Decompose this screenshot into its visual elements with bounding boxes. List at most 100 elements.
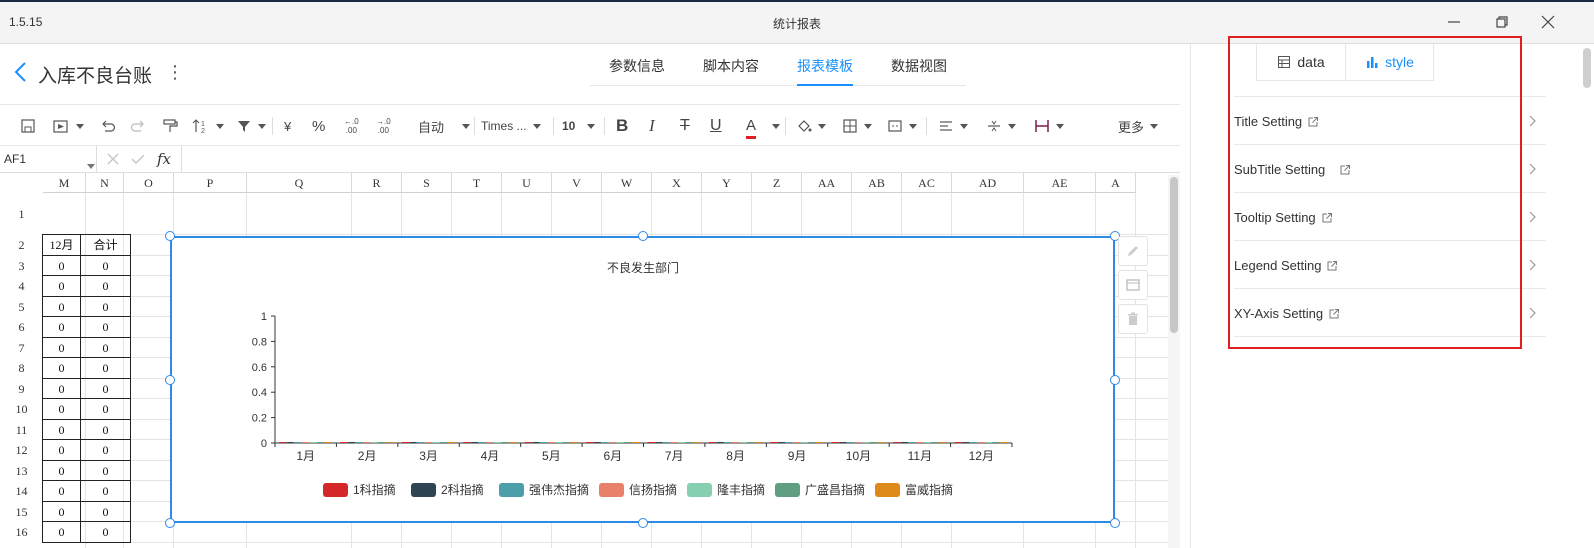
tab-params[interactable]: 参数信息 xyxy=(590,52,684,85)
font-color-dropdown[interactable] xyxy=(766,115,780,137)
column-header[interactable]: AB xyxy=(852,173,902,193)
table-cell[interactable]: 0 xyxy=(42,459,81,481)
strikethrough-button[interactable]: T xyxy=(680,115,690,137)
percent-format-button[interactable]: % xyxy=(312,115,325,137)
row-header[interactable]: 12 xyxy=(0,440,43,461)
undo-icon[interactable] xyxy=(100,115,116,137)
tab-script[interactable]: 脚本内容 xyxy=(684,52,778,85)
row-header[interactable]: 5 xyxy=(0,297,43,318)
table-cell[interactable]: 0 xyxy=(42,500,81,522)
row-header[interactable]: 8 xyxy=(0,358,43,379)
function-icon[interactable]: fx xyxy=(157,150,171,168)
table-cell[interactable]: 0 xyxy=(42,357,81,379)
table-cell[interactable]: 0 xyxy=(42,295,81,317)
table-header-cell[interactable]: 12月 xyxy=(42,234,81,256)
column-header[interactable]: P xyxy=(174,173,247,193)
table-cell[interactable]: 0 xyxy=(42,336,81,358)
column-header[interactable]: Q xyxy=(247,173,352,193)
increase-decimal-button[interactable]: →.0.00 xyxy=(376,117,391,139)
format-painter-icon[interactable] xyxy=(162,115,178,137)
row-header[interactable]: 4 xyxy=(0,276,43,297)
resize-handle[interactable] xyxy=(638,231,648,241)
row-header[interactable]: 10 xyxy=(0,399,43,420)
table-cell[interactable]: 0 xyxy=(80,377,131,399)
page-scrollbar[interactable] xyxy=(1580,44,1594,548)
table-cell[interactable]: 0 xyxy=(80,275,131,297)
resize-handle[interactable] xyxy=(165,518,175,528)
column-header[interactable]: M xyxy=(43,173,86,193)
decrease-decimal-button[interactable]: ←.0.00 xyxy=(344,117,359,139)
cancel-edit-icon[interactable] xyxy=(106,152,120,171)
row-header[interactable]: 11 xyxy=(0,420,43,441)
column-header[interactable]: AE xyxy=(1024,173,1096,193)
bold-button[interactable]: B xyxy=(616,115,628,137)
delete-chart-button[interactable] xyxy=(1118,304,1148,334)
scrollbar-thumb[interactable] xyxy=(1170,177,1178,333)
font-family-select[interactable]: Times ... xyxy=(481,115,541,137)
scrollbar-thumb[interactable] xyxy=(1583,48,1591,88)
table-cell[interactable]: 0 xyxy=(42,254,81,276)
save-icon[interactable] xyxy=(20,115,36,137)
font-size-select[interactable]: 10 xyxy=(562,115,596,137)
cell-reference[interactable]: AF1 xyxy=(4,152,26,166)
column-header[interactable]: Y xyxy=(702,173,752,193)
table-cell[interactable]: 0 xyxy=(80,398,131,420)
table-cell[interactable]: 0 xyxy=(80,459,131,481)
open-template-button[interactable] xyxy=(52,115,84,137)
tab-data-view[interactable]: 数据视图 xyxy=(872,52,966,85)
table-cell[interactable]: 0 xyxy=(80,521,131,543)
italic-button[interactable]: I xyxy=(649,115,655,137)
table-cell[interactable]: 0 xyxy=(42,377,81,399)
column-header[interactable]: S xyxy=(402,173,452,193)
close-icon[interactable] xyxy=(1538,12,1558,32)
table-cell[interactable]: 0 xyxy=(42,418,81,440)
table-cell[interactable]: 0 xyxy=(80,295,131,317)
restore-icon[interactable] xyxy=(1492,12,1512,32)
vertical-align-button[interactable] xyxy=(986,115,1016,137)
table-cell[interactable]: 0 xyxy=(42,439,81,461)
resize-handle[interactable] xyxy=(1110,518,1120,528)
resize-handle[interactable] xyxy=(165,231,175,241)
column-header[interactable]: AA xyxy=(802,173,852,193)
column-header[interactable]: AC xyxy=(902,173,952,193)
more-tools-button[interactable]: 更多 xyxy=(1118,115,1159,137)
table-cell[interactable]: 0 xyxy=(80,254,131,276)
back-arrow-icon[interactable] xyxy=(12,60,28,84)
chart-window-button[interactable] xyxy=(1118,270,1148,300)
column-header[interactable]: R xyxy=(352,173,402,193)
column-header[interactable]: O xyxy=(124,173,174,193)
tab-report-template[interactable]: 报表模板 xyxy=(778,52,872,86)
column-header[interactable]: W xyxy=(602,173,652,193)
column-header[interactable]: T xyxy=(452,173,502,193)
table-header-cell[interactable]: 合计 xyxy=(80,234,131,256)
grid-vertical-scrollbar[interactable] xyxy=(1168,175,1180,548)
table-cell[interactable]: 0 xyxy=(80,336,131,358)
table-cell[interactable]: 0 xyxy=(42,521,81,543)
merge-cells-button[interactable] xyxy=(887,115,917,137)
currency-format-button[interactable]: ¥ xyxy=(284,115,291,137)
table-cell[interactable]: 0 xyxy=(80,357,131,379)
edit-chart-button[interactable] xyxy=(1118,236,1148,266)
table-cell[interactable]: 0 xyxy=(42,316,81,338)
table-cell[interactable]: 0 xyxy=(80,418,131,440)
resize-handle[interactable] xyxy=(638,518,648,528)
column-header[interactable]: N xyxy=(86,173,124,193)
row-header[interactable]: 9 xyxy=(0,379,43,400)
font-color-button[interactable]: A xyxy=(746,115,757,139)
borders-button[interactable] xyxy=(842,115,872,137)
row-header[interactable]: 15 xyxy=(0,502,43,523)
filter-button[interactable] xyxy=(236,115,266,137)
text-wrap-button[interactable] xyxy=(1034,115,1064,137)
fill-color-button[interactable] xyxy=(796,115,826,137)
table-cell[interactable]: 0 xyxy=(80,480,131,502)
redo-icon[interactable] xyxy=(130,115,146,137)
row-header[interactable]: 7 xyxy=(0,338,43,359)
row-header[interactable]: 6 xyxy=(0,317,43,338)
resize-handle[interactable] xyxy=(1110,375,1120,385)
chart-container[interactable]: 不良发生部门 0 0.2 0.4 0.6 0.8 1 1月 2月 3月 4月 5月 6月 7月 8月 9月 10… xyxy=(170,236,1115,523)
more-options-icon[interactable]: ⋮ xyxy=(166,62,184,82)
column-header[interactable]: A xyxy=(1096,173,1136,193)
confirm-edit-icon[interactable] xyxy=(131,152,145,171)
table-cell[interactable]: 0 xyxy=(42,275,81,297)
underline-button[interactable]: U xyxy=(710,115,722,137)
